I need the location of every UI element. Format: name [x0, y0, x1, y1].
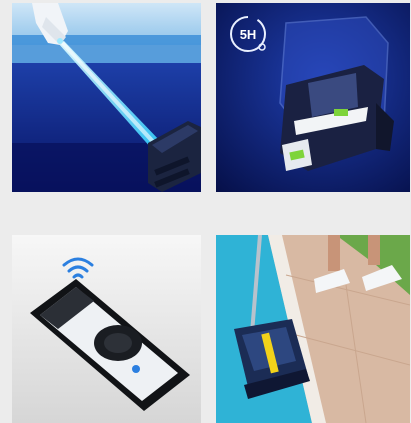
remote-beam-illustration	[12, 3, 201, 192]
poolside-lift-illustration	[216, 235, 410, 423]
badge-5h-label: 5H	[240, 27, 257, 42]
smartphone-app-illustration	[12, 235, 201, 423]
battery-5h-illustration: 5H	[216, 3, 410, 192]
app-action-button	[132, 365, 140, 373]
tile-smartphone-app[interactable]	[12, 235, 201, 423]
tile-battery-5h[interactable]: 5H	[216, 3, 410, 192]
tile-remote-beam[interactable]	[12, 3, 201, 192]
water-surface	[12, 35, 201, 65]
tile-poolside-lift[interactable]	[216, 235, 410, 423]
